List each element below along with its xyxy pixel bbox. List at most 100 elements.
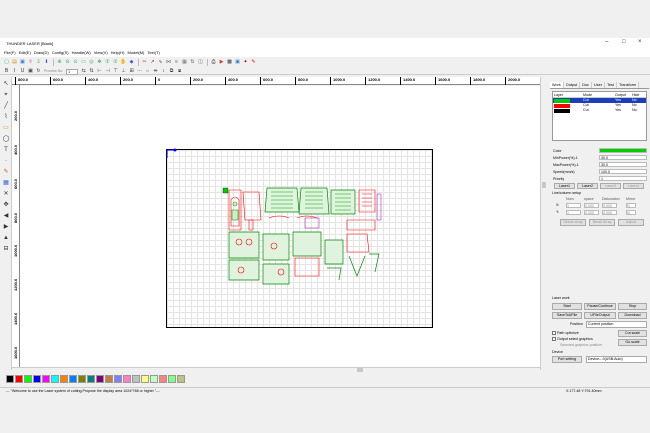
open-icon[interactable]: ▤ <box>11 59 18 66</box>
ungroup-icon[interactable]: ⧈ <box>176 68 183 75</box>
layer-prop-value[interactable] <box>599 148 647 153</box>
panel-tab-transform[interactable]: Transform <box>617 82 640 88</box>
process-dropdown[interactable]: 1 <box>66 68 79 75</box>
position-select[interactable]: Current position <box>586 321 647 328</box>
laser-icon[interactable]: ✦ <box>242 59 249 66</box>
dot-icon[interactable]: · <box>2 157 10 165</box>
array-space-field[interactable]: 0.000 <box>584 203 599 208</box>
palette-swatch[interactable] <box>78 375 86 383</box>
palette-swatch[interactable] <box>123 375 131 383</box>
align-icon[interactable]: ≡ <box>173 59 180 66</box>
panel-tab-output[interactable]: Output <box>564 82 581 88</box>
box-icon[interactable]: ▣ <box>27 68 34 75</box>
stop-button[interactable]: Stop <box>618 303 647 310</box>
weld-icon[interactable]: ⋈ <box>165 59 172 66</box>
zoom-1-icon[interactable]: ① <box>104 59 111 66</box>
menu-item-2[interactable]: Draw(D) <box>34 49 49 57</box>
palette-swatch[interactable] <box>159 375 167 383</box>
arrow-left-icon[interactable]: ◀ <box>2 212 10 220</box>
palette-swatch[interactable] <box>132 375 140 383</box>
palette-swatch[interactable] <box>69 375 77 383</box>
palette-swatch[interactable] <box>60 375 68 383</box>
drawing-canvas[interactable] <box>20 86 540 367</box>
layer-hide[interactable]: No <box>632 108 646 113</box>
array-num-field[interactable]: 1 <box>566 210 581 215</box>
layer-row[interactable]: Cut Yes No <box>553 108 646 113</box>
array-disl-field[interactable]: 0.000 <box>602 203 617 208</box>
laser-tab-2[interactable]: Laser2 <box>577 183 598 189</box>
maximize-button[interactable]: □ <box>622 39 626 45</box>
output-select-checkbox[interactable] <box>552 337 556 342</box>
monitor-icon[interactable]: ▣ <box>234 59 241 66</box>
horizontal-scroll-thumb[interactable] <box>357 368 363 372</box>
menu-item-3[interactable]: Config(S) <box>52 49 69 57</box>
palette-swatch[interactable] <box>168 375 176 383</box>
cut-icon[interactable]: ✂ <box>141 59 148 66</box>
close-button[interactable]: × <box>638 39 642 45</box>
layer-prop-value[interactable]: 30.0 <box>599 162 647 167</box>
design-artwork[interactable] <box>219 180 384 290</box>
array-button-1[interactable]: Break Array <box>589 219 615 226</box>
zoom-2-icon[interactable]: ② <box>112 59 119 66</box>
bold-icon[interactable]: B <box>3 68 10 75</box>
layer-output[interactable]: Yes <box>615 108 632 113</box>
zoom-out-icon[interactable]: ⊖ <box>64 59 71 66</box>
palette-swatch[interactable] <box>150 375 158 383</box>
palette-swatch[interactable] <box>24 375 32 383</box>
layer-prop-value[interactable]: 100.0 <box>599 169 647 174</box>
menu-item-4[interactable]: Handle(W) <box>72 49 91 57</box>
panel-tab-doc[interactable]: Doc <box>580 82 592 88</box>
distribute-icon[interactable]: ⋯ <box>136 68 143 75</box>
same-width-icon[interactable]: ⇹ <box>152 68 159 75</box>
palette-swatch[interactable] <box>105 375 113 383</box>
group-icon[interactable]: ⧉ <box>168 68 175 75</box>
delete-icon[interactable]: ✕ <box>2 190 10 198</box>
italic-icon[interactable]: I <box>11 68 18 75</box>
text-icon[interactable]: T <box>2 146 10 154</box>
array-space-field[interactable]: 0.000 <box>584 210 599 215</box>
node-icon[interactable]: ◆ <box>128 59 135 66</box>
pause-continue-button[interactable]: Pause/Continue <box>584 303 616 310</box>
ellipse-icon[interactable]: ◯ <box>2 135 10 143</box>
underline-icon[interactable]: U <box>19 68 26 75</box>
palette-swatch[interactable] <box>141 375 149 383</box>
line-icon[interactable]: ╱ <box>2 102 10 110</box>
menu-item-5[interactable]: View(V) <box>94 49 108 57</box>
rotate-icon[interactable]: ↻ <box>35 68 42 75</box>
curve-icon[interactable]: ∿ <box>157 59 164 66</box>
pen-icon[interactable]: ✎ <box>250 59 257 66</box>
array-mirror-field[interactable]: N <box>626 203 636 208</box>
zoom-fit-icon[interactable]: ⊙ <box>72 59 79 66</box>
rectangle-icon[interactable]: ▭ <box>2 124 10 132</box>
align-bottom-icon[interactable]: ⊥ <box>120 68 127 75</box>
palette-swatch[interactable] <box>33 375 41 383</box>
vertical-scrollbar[interactable] <box>540 77 546 370</box>
frame-icon[interactable]: ▩ <box>226 59 233 66</box>
menu-item-8[interactable]: Text(T) <box>147 49 159 57</box>
new-icon[interactable]: ▢ <box>3 59 10 66</box>
move-icon[interactable]: ✥ <box>2 201 10 209</box>
size-icon[interactable]: ⇔ <box>144 68 151 75</box>
path-optimize-checkbox[interactable] <box>552 331 556 336</box>
align-right-icon[interactable]: ⊣ <box>104 68 111 75</box>
menu-item-0[interactable]: File(F) <box>4 49 16 57</box>
mirror-h-icon[interactable]: ⇆ <box>80 68 87 75</box>
output-select-option[interactable]: Output select graphics <box>552 337 593 342</box>
palette-swatch[interactable] <box>42 375 50 383</box>
save-icon[interactable]: ▣ <box>19 59 26 66</box>
panel-tab-work[interactable]: Work <box>550 82 564 88</box>
pen-icon[interactable]: ✎ <box>2 168 10 176</box>
menu-item-7[interactable]: Model(M) <box>127 49 144 57</box>
start-button[interactable]: Start <box>552 303 582 310</box>
layer-prop-value[interactable]: 1 <box>599 176 647 181</box>
panel-tab-user[interactable]: User <box>592 82 605 88</box>
array-num-field[interactable]: 1 <box>566 203 581 208</box>
align-left-icon[interactable]: ⊢ <box>96 68 103 75</box>
laser-tab-4[interactable]: Laser4 <box>623 183 644 189</box>
minimize-button[interactable]: – <box>605 39 608 45</box>
print-icon[interactable]: ⎙ <box>210 59 217 66</box>
polyline-icon[interactable]: ⌇ <box>2 113 10 121</box>
array-disl-field[interactable]: 0.000 <box>602 210 617 215</box>
download-icon[interactable]: ⬇ <box>43 59 50 66</box>
zoom-move-icon[interactable]: ✥ <box>96 59 103 66</box>
